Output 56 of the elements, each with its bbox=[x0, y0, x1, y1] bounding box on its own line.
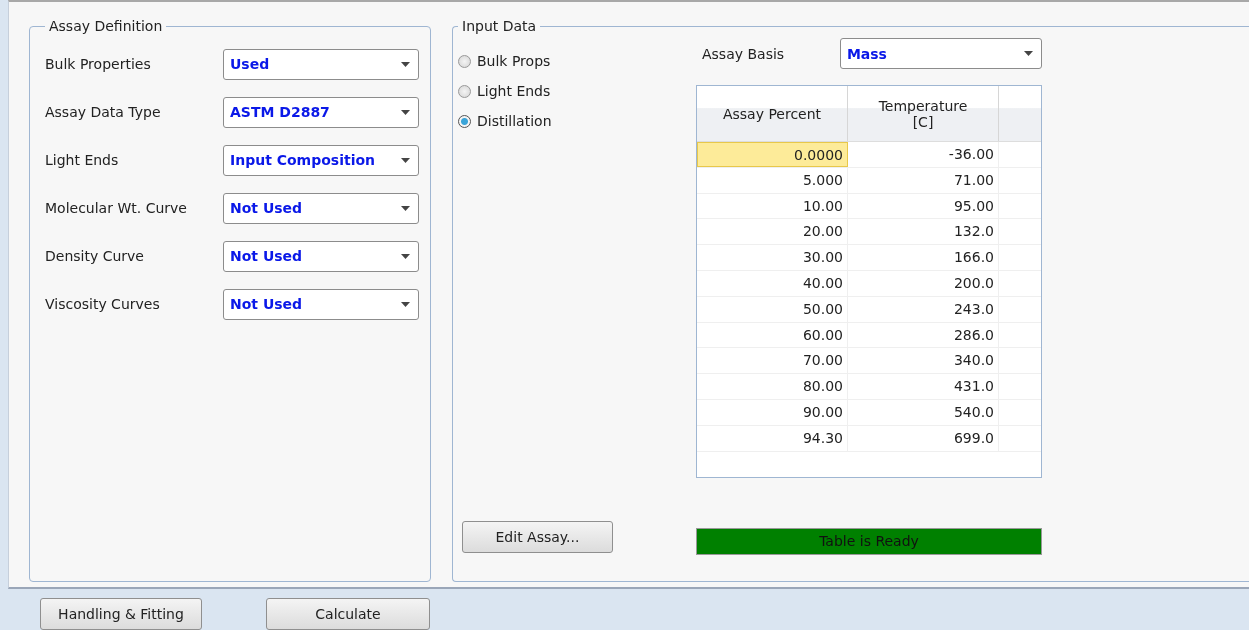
column-header: Temperature [C] bbox=[848, 86, 999, 141]
radio-option[interactable]: Bulk Props bbox=[458, 46, 551, 76]
table-cell[interactable]: 71.00 bbox=[848, 167, 999, 193]
caret-icon bbox=[401, 157, 410, 163]
radio-option[interactable]: Light Ends bbox=[458, 76, 551, 106]
field-label: Light Ends bbox=[45, 152, 120, 168]
dropdown[interactable]: Mass bbox=[839, 38, 1042, 69]
field-label: Bulk Properties bbox=[45, 56, 152, 72]
table-cell[interactable]: 286.0 bbox=[848, 322, 999, 348]
table-cell[interactable]: -36.00 bbox=[848, 142, 999, 167]
caret-icon bbox=[401, 61, 410, 67]
table-cell[interactable]: 132.0 bbox=[848, 219, 999, 245]
calculate-button[interactable]: Calculate bbox=[266, 598, 430, 630]
table-cell[interactable]: 200.0 bbox=[848, 271, 999, 296]
table-cell[interactable]: 20.00 bbox=[697, 219, 848, 245]
status-bar: Table is Ready bbox=[696, 528, 1042, 555]
table-cell[interactable]: 40.00 bbox=[697, 271, 848, 296]
caret-icon bbox=[401, 301, 410, 307]
caret-icon bbox=[401, 205, 410, 211]
group-title: Input Data bbox=[461, 18, 538, 34]
table-cell[interactable]: 95.00 bbox=[848, 193, 999, 219]
table-cell[interactable]: 699.0 bbox=[848, 425, 999, 451]
table-cell[interactable]: 90.00 bbox=[697, 399, 848, 425]
handling-fitting-button[interactable]: Handling & Fitting bbox=[40, 598, 202, 630]
field-label: Density Curve bbox=[45, 248, 145, 264]
field-label: Molecular Wt. Curve bbox=[45, 200, 188, 216]
dropdown[interactable]: Input Composition bbox=[223, 144, 419, 176]
field-label: Viscosity Curves bbox=[45, 296, 161, 312]
table-cell[interactable]: 80.00 bbox=[697, 374, 848, 399]
caret-icon bbox=[401, 109, 410, 115]
dropdown[interactable]: Used bbox=[223, 48, 419, 80]
table-cell[interactable]: 431.0 bbox=[848, 374, 999, 399]
caret-icon bbox=[401, 253, 410, 259]
table-cell[interactable]: 166.0 bbox=[848, 245, 999, 270]
field-label: Assay Data Type bbox=[45, 104, 162, 120]
table-cell[interactable]: 30.00 bbox=[697, 245, 848, 270]
caret-icon bbox=[1024, 51, 1033, 56]
table-cell[interactable]: 60.00 bbox=[697, 322, 848, 348]
table-cell[interactable]: 94.30 bbox=[697, 425, 848, 451]
table-cell[interactable]: 243.0 bbox=[848, 296, 999, 322]
radio-option[interactable]: Distillation bbox=[458, 106, 552, 136]
group-title: Assay Definition bbox=[48, 18, 164, 34]
table-cell[interactable]: 340.0 bbox=[848, 348, 999, 374]
dropdown[interactable]: ASTM D2887 bbox=[223, 96, 419, 128]
column-header: Assay Percent bbox=[697, 86, 848, 141]
table-cell[interactable]: 10.00 bbox=[697, 193, 848, 219]
edit-assay-button[interactable]: Edit Assay... bbox=[462, 521, 613, 553]
table-cell[interactable]: 0.0000 bbox=[697, 142, 848, 167]
dropdown[interactable]: Not Used bbox=[223, 240, 419, 272]
table-cell[interactable]: 540.0 bbox=[848, 399, 999, 425]
table-cell[interactable]: 50.00 bbox=[697, 296, 848, 322]
table-cell[interactable]: 5.000 bbox=[697, 167, 848, 193]
field-label: Assay Basis bbox=[701, 45, 786, 62]
dropdown[interactable]: Not Used bbox=[223, 192, 419, 224]
dropdown[interactable]: Not Used bbox=[223, 288, 419, 320]
table-cell[interactable]: 70.00 bbox=[697, 348, 848, 374]
